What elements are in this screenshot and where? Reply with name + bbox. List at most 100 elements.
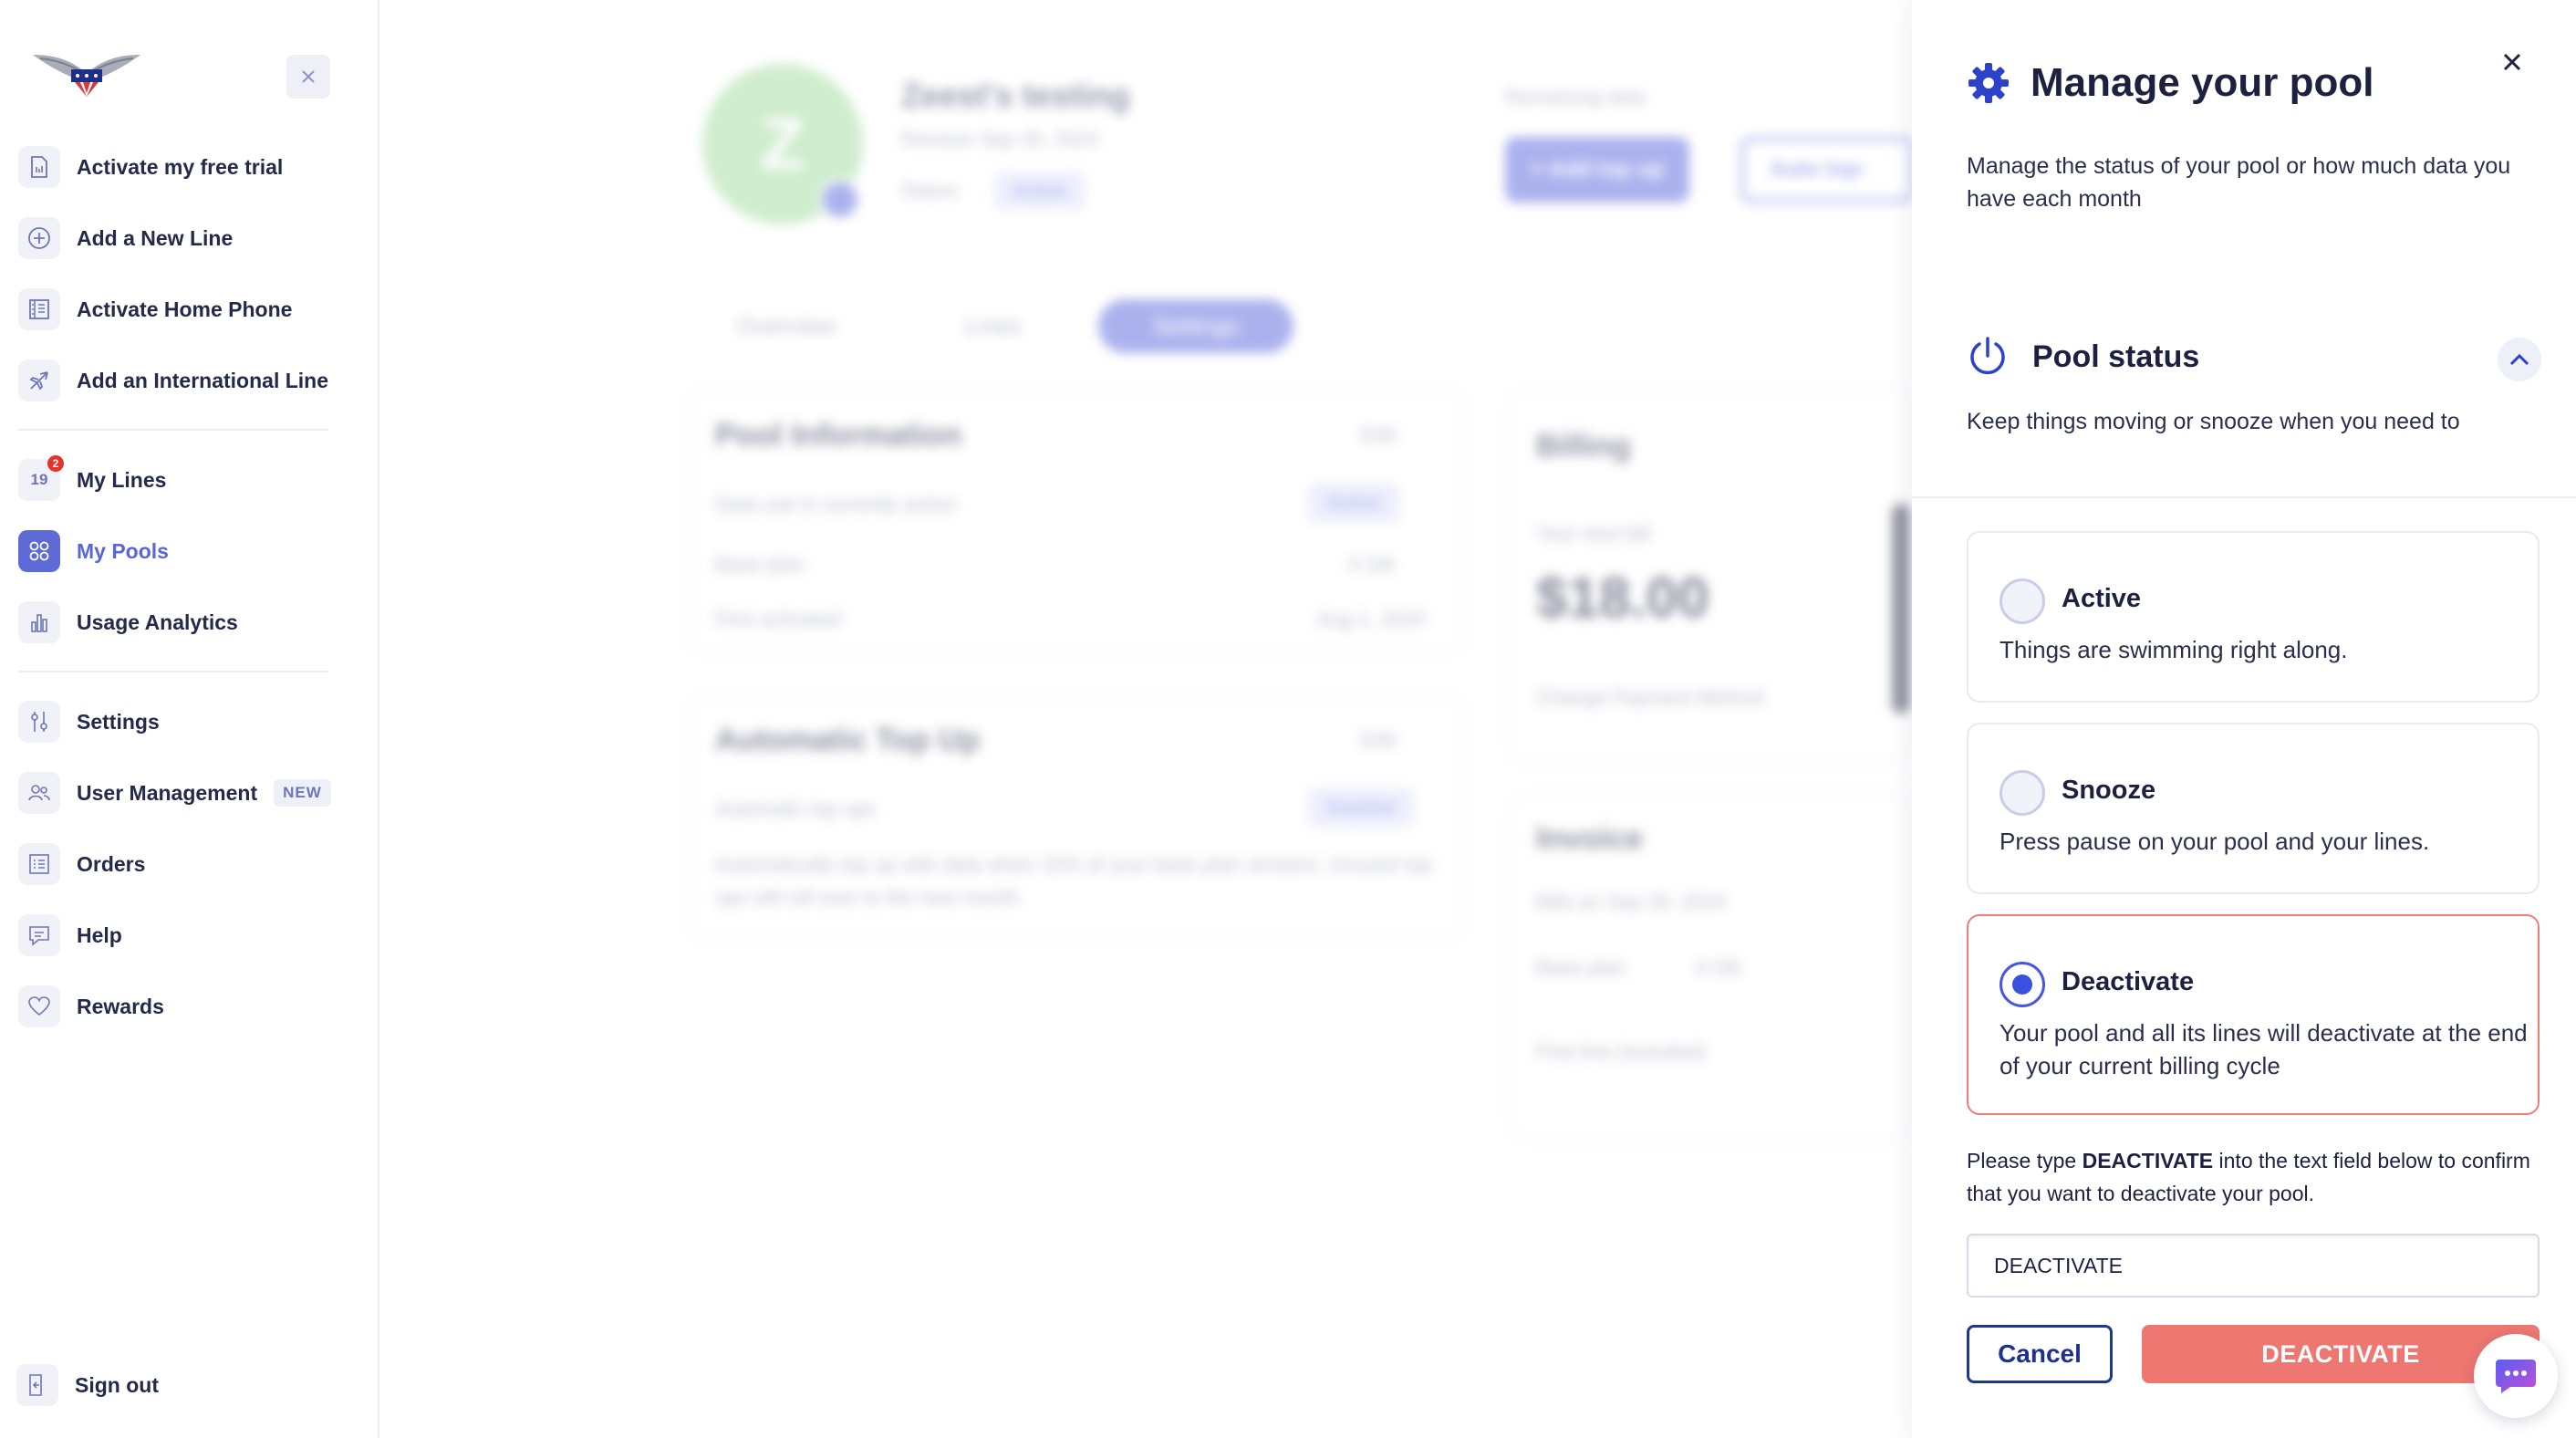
status-badge: Active [994,172,1085,210]
option-title: Snooze [2062,776,2156,805]
first-line: First line (included) [1536,1040,1706,1063]
pool-status-header[interactable]: Pool status [1967,336,2199,378]
sidebar-item-label: Activate my free trial [77,154,284,179]
close-sidebar-button[interactable] [286,55,330,99]
airplane-icon [18,360,60,401]
lines-icon: 19 2 [18,455,64,501]
confirm-deactivate-input[interactable] [1967,1234,2540,1297]
option-title: Deactivate [2062,967,2195,996]
automatic-top-up-title: Automatic Top Up [715,723,981,757]
list-icon [18,843,60,885]
sign-out-icon [16,1364,58,1406]
section-divider [1912,496,2576,498]
sidebar-item-label: Usage Analytics [77,610,238,634]
sidebar-item-label: Help [77,922,122,947]
building-icon [18,288,60,330]
edit-link: Edit [1361,728,1396,751]
sidebar-item-usage-analytics[interactable]: Usage Analytics [18,597,238,648]
drawer-header: Manage your pool [1967,60,2373,106]
notification-badge: 2 [47,455,64,472]
sidebar-item-orders[interactable]: Orders [18,839,145,890]
invoice-base-value: 4 GB [1695,956,1741,979]
confirm-prefix: Please type [1967,1149,2083,1172]
info-row-label: First activated [715,608,840,630]
change-payment-link: Change Payment Method [1536,686,1764,709]
close-icon [2503,53,2521,71]
sidebar-divider [18,429,328,431]
chevron-up-icon [2509,353,2529,366]
sidebar-item-my-pools[interactable]: My Pools [18,526,169,577]
sidebar-item-my-lines[interactable]: 19 2 My Lines [18,454,166,505]
sidebar-item-user-management[interactable]: User Management NEW [18,767,331,818]
pool-name: Zeest's testing [901,77,1130,114]
sidebar-item-activate-home-phone[interactable]: Activate Home Phone [18,284,292,335]
chat-bubble-icon [2496,1360,2536,1393]
sidebar-item-label: User Management [77,780,258,805]
radio-snooze[interactable] [2000,770,2045,816]
auto-top-up-description: Automatically top up with data when 10% … [715,853,1432,909]
option-deactivate[interactable]: Deactivate Your pool and all its lines w… [1967,914,2540,1115]
next-bill-label: Your next bill [1536,522,1651,545]
option-description: Things are swimming right along. [2000,636,2348,663]
power-icon [1970,337,2005,375]
auto-top-up-button: Auto top- [1740,137,1914,203]
plus-circle-icon [18,217,60,259]
sign-out-button[interactable]: Sign out [16,1360,159,1411]
close-icon [302,70,315,83]
sidebar-item-settings[interactable]: Settings [18,696,160,747]
info-row-label: Data use is currently active [715,493,957,516]
remaining-data-label: Remaining data [1505,86,1646,109]
collapse-section-button[interactable] [2498,338,2541,381]
option-description: Your pool and all its lines will deactiv… [2000,1019,2528,1079]
sidebar-item-label: Add an International Line [77,368,329,392]
sidebar-item-label: Activate Home Phone [77,297,293,321]
close-drawer-button[interactable] [2494,44,2530,80]
sidebar-item-activate-free-trial[interactable]: Activate my free trial [18,141,283,193]
drawer-subtitle: Manage the status of your pool or how mu… [1967,153,2511,212]
auto-top-ups-label: Automatic top ups [715,797,877,820]
bar-chart-icon [18,601,60,643]
sidebar-item-label: Settings [77,709,160,734]
option-title: Active [2062,584,2142,613]
pool-details-background: Z Zeest's testing Renews Sep 30, 2024 St… [381,0,1914,1438]
grid-icon [18,530,60,572]
sidebar-item-rewards[interactable]: Rewards [18,981,164,1032]
sim-card-icon [18,146,60,188]
radio-deactivate[interactable] [2000,962,2045,1007]
sidebar-item-add-international-line[interactable]: Add an International Line [18,355,328,406]
pool-information-title: Pool Information [715,418,962,453]
option-active[interactable]: Active Things are swimming right along. [1967,531,2540,703]
sidebar-item-label: Orders [77,851,146,876]
renews-date: Renews Sep 30, 2024 [901,128,1099,151]
add-top-up-button: + Add top up [1505,137,1690,203]
gear-icon [1968,63,2009,103]
chat-support-button[interactable] [2474,1334,2558,1418]
new-badge: NEW [274,779,331,807]
edit-avatar-icon [819,179,861,221]
cancel-button[interactable]: Cancel [1967,1325,2113,1383]
info-row-value: Aug 1, 2024 [1317,608,1426,630]
tab-overview: Overview [737,312,836,339]
eagle-logo[interactable] [31,46,142,99]
lines-count: 19 [30,471,48,488]
users-icon [18,772,60,814]
info-row-value: 4 GB [1348,553,1395,576]
heart-icon [18,985,60,1027]
sidebar: Activate my free trial Add a New Line Ac… [0,0,379,1438]
manage-pool-drawer: Manage your pool Manage the status of yo… [1912,0,2576,1438]
confirm-instructions: Please type DEACTIVATE into the text fie… [1967,1144,2532,1210]
option-description: Press pause on your pool and your lines. [2000,828,2430,855]
sidebar-item-help[interactable]: Help [18,910,122,961]
invoice-base-plan: Base plan [1536,956,1626,979]
info-row-label: Base plan [715,553,805,576]
radio-active[interactable] [2000,578,2045,624]
next-bill-amount: $18.00 [1536,567,1709,630]
sidebar-item-add-new-line[interactable]: Add a New Line [18,213,233,264]
status-label: Status [901,179,959,202]
pool-status-subtitle: Keep things moving or snooze when you ne… [1967,409,2460,434]
option-snooze[interactable]: Snooze Press pause on your pool and your… [1967,723,2540,894]
confirm-keyword: DEACTIVATE [2082,1149,2214,1172]
avatar-letter: Z [760,103,805,184]
settings-sliders-icon [18,701,60,743]
sidebar-divider [18,671,328,672]
